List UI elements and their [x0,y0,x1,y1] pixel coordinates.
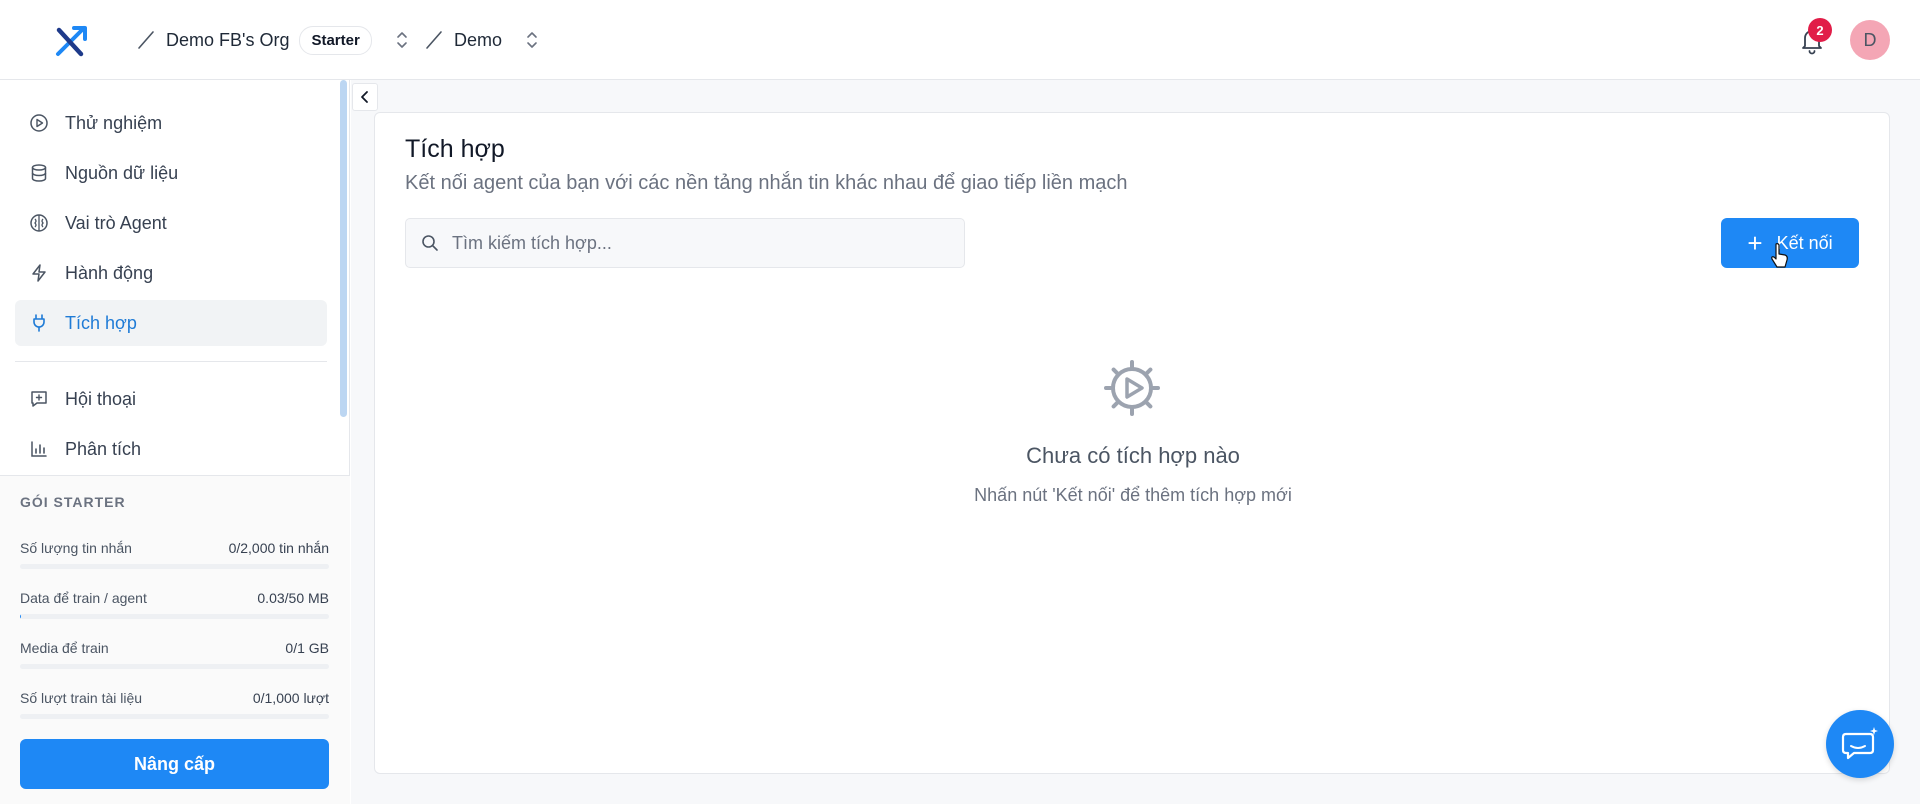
chevron-left-icon [361,91,368,103]
logo-icon[interactable] [54,24,90,58]
plug-icon [33,314,45,332]
usage-row: Số lượt train tài liệu 0/1,000 lượt [20,690,329,730]
chevron-up-down-icon[interactable] [524,29,540,51]
sidebar-item-hanh-dong[interactable]: Hành động [15,250,327,296]
empty-state-title: Chưa có tích hợp nào [1026,443,1240,468]
sidebar-item-label: Thử nghiệm [65,112,163,133]
project-breadcrumb: Demo [424,0,540,80]
chat-sparkle-icon [1841,727,1878,760]
empty-state-description: Nhấn nút 'Kết nối' để thêm tích hợp mới [974,485,1292,505]
avatar[interactable]: D [1850,20,1890,60]
usage-progress-bar [20,614,329,619]
page-title: Tích hợp [405,135,505,163]
integrations-card: Tích hợp Kết nối agent của bạn với các n… [374,112,1890,774]
usage-progress-bar [20,714,329,719]
sidebar-item-vai-tro-agent[interactable]: Vai trò Agent [15,200,327,246]
chat-support-button[interactable] [1826,710,1894,778]
notification-badge: 2 [1808,18,1832,42]
sidebar-item-thu-nghiem[interactable]: Thử nghiệm [15,100,327,146]
usage-row: Số lượng tin nhắn 0/2,000 tin nhắn [20,540,329,580]
sidebar-divider [15,361,327,362]
usage-progress-bar [20,664,329,669]
connect-button-label: Kết nối [1776,232,1833,253]
usage-value: 0/1,000 lượt [252,690,329,706]
usage-row: Data để train / agent 0.03/50 MB [20,590,329,630]
usage-value: 0/1 GB [285,640,329,656]
sidebar-item-label: Tích hợp [65,312,137,333]
search-box [405,218,965,268]
lightning-icon [32,264,46,282]
usage-value: 0/2,000 tin nhắn [228,540,329,556]
org-breadcrumb: Demo FB's Org Starter [136,0,410,80]
usage-row: Media để train 0/1 GB [20,640,329,680]
message-plus-icon [31,391,47,407]
sidebar-item-tich-hop[interactable]: Tích hợp [15,300,327,346]
sidebar-scrollbar[interactable] [340,80,347,417]
usage-label: Media để train [20,640,109,656]
sidebar-item-label: Hành động [65,262,154,283]
collapse-sidebar-button[interactable] [352,83,378,111]
page-subtitle: Kết nối agent của bạn với các nền tảng n… [405,172,1128,194]
slash-icon [426,31,442,49]
sidebar-item-hoi-thoai[interactable]: Hội thoại [15,376,327,422]
usage-label: Số lượt train tài liệu [20,690,143,706]
sidebar-item-phan-tich[interactable]: Phân tích [15,426,327,472]
chevron-up-down-icon[interactable] [394,29,410,51]
plan-title: GÓI STARTER [20,494,126,510]
upgrade-button[interactable]: Nâng cấp [20,739,329,789]
slash-icon [138,31,154,49]
sidebar-item-label: Nguồn dữ liệu [65,162,179,183]
usage-value: 0.03/50 MB [257,590,329,606]
sidebar-item-label: Vai trò Agent [65,212,167,233]
org-name[interactable]: Demo FB's Org [166,30,289,51]
top-bar: Demo FB's Org Starter Demo 2 D [0,0,1920,80]
play-circle-icon [30,114,48,132]
gear-play-icon [1104,360,1160,416]
sidebar-nav: Thử nghiệm Nguồn dữ liệu Vai trò Agent H… [0,80,350,475]
plan-badge: Starter [299,25,372,55]
search-icon [422,235,438,251]
sidebar: Thử nghiệm Nguồn dữ liệu Vai trò Agent H… [0,80,350,804]
sidebar-item-label: Hội thoại [65,388,137,409]
brain-icon [30,214,48,232]
sidebar-item-nguon-du-lieu[interactable]: Nguồn dữ liệu [15,150,327,196]
connect-button[interactable]: + Kết nối [1721,218,1859,268]
plus-icon: + [1747,228,1763,258]
sidebar-item-label: Phân tích [65,438,142,459]
project-name[interactable]: Demo [454,30,502,51]
bar-chart-icon [31,441,47,457]
search-input[interactable] [452,232,932,254]
usage-label: Data để train / agent [20,590,147,606]
database-icon [31,164,47,182]
usage-progress-bar [20,564,329,569]
usage-label: Số lượng tin nhắn [20,540,132,556]
